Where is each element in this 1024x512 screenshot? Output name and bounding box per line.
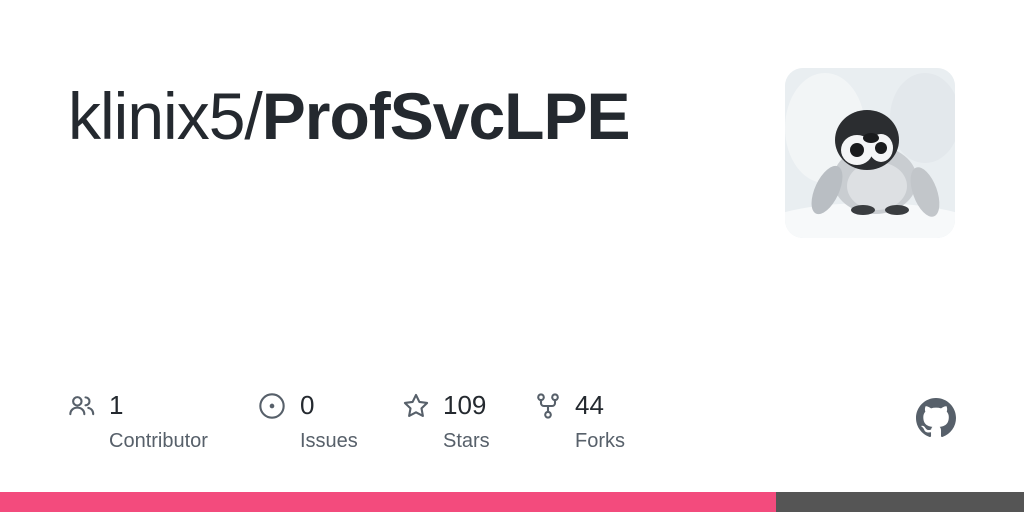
issues-label: Issues: [300, 430, 358, 452]
penguin-avatar: [785, 68, 955, 238]
language-bar: [0, 492, 1024, 512]
issues-count: 0: [300, 390, 315, 420]
language-bar-segment: [776, 492, 1024, 512]
people-icon: [69, 396, 95, 416]
contributors-count: 1: [109, 390, 124, 420]
stars-count: 109: [443, 390, 487, 420]
repo-owner[interactable]: klinix5/: [68, 79, 263, 153]
language-bar-segment: [0, 492, 777, 512]
star-icon: [403, 393, 429, 417]
github-mark-icon[interactable]: [916, 398, 956, 438]
stars-label: Stars: [443, 430, 490, 452]
forks-label: Forks: [575, 430, 625, 452]
repo-forked-icon: [537, 393, 559, 419]
contributors-label: Contributor: [109, 430, 208, 452]
issue-opened-icon: [259, 393, 285, 419]
owner-avatar[interactable]: [785, 68, 955, 238]
forks-count: 44: [575, 390, 604, 420]
repo-title[interactable]: klinix5/ProfSvcLPE: [68, 78, 631, 154]
repo-name[interactable]: ProfSvcLPE: [262, 79, 631, 153]
